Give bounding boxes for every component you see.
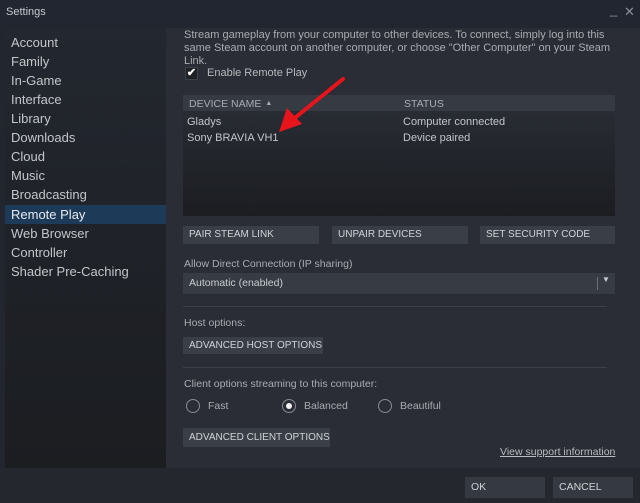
sidebar-item-account[interactable]: Account	[5, 33, 166, 52]
radio-button-selected[interactable]	[282, 399, 296, 413]
sidebar-item-cloud[interactable]: Cloud	[5, 147, 166, 166]
sidebar-item-remote-play[interactable]: Remote Play	[5, 205, 166, 224]
close-icon[interactable]: ✕	[624, 4, 635, 20]
radio-label: Fast	[208, 400, 229, 412]
enable-remote-play-label: Enable Remote Play	[207, 67, 308, 79]
sidebar-item-broadcasting[interactable]: Broadcasting	[5, 185, 166, 204]
dropdown-separator	[597, 277, 598, 290]
column-header-status[interactable]: STATUS	[404, 98, 444, 110]
client-options-label: Client options streaming to this compute…	[184, 378, 378, 390]
device-name: Gladys	[187, 116, 222, 128]
sidebar-item-family[interactable]: Family	[5, 52, 166, 71]
radio-label: Balanced	[304, 400, 348, 412]
column-header-device-name-label: DEVICE NAME	[189, 98, 262, 110]
device-status: Computer connected	[403, 116, 506, 128]
device-table: DEVICE NAME ▲ STATUS Gladys Computer conn…	[183, 95, 615, 216]
column-header-device-name[interactable]: DEVICE NAME ▲	[189, 98, 272, 110]
radio-button[interactable]	[186, 399, 200, 413]
checkmark-icon[interactable]: ✔	[185, 67, 198, 80]
window-title: Settings	[6, 6, 46, 18]
direct-connection-dropdown[interactable]: Automatic (enabled) ▼	[183, 273, 615, 294]
radio-button[interactable]	[378, 399, 392, 413]
advanced-client-options-button[interactable]: ADVANCED CLIENT OPTIONS	[183, 428, 330, 447]
host-options-label: Host options:	[184, 317, 246, 329]
chevron-down-icon[interactable]: ▼	[602, 275, 610, 284]
sidebar-item-web-browser[interactable]: Web Browser	[5, 224, 166, 243]
advanced-host-options-button[interactable]: ADVANCED HOST OPTIONS	[183, 337, 323, 354]
direct-connection-value: Automatic (enabled)	[189, 277, 283, 289]
section-divider	[183, 306, 607, 307]
device-status: Device paired	[403, 132, 471, 144]
sidebar-item-music[interactable]: Music	[5, 166, 166, 185]
sidebar-item-shader-pre-caching[interactable]: Shader Pre-Caching	[5, 262, 166, 281]
cancel-button[interactable]: CANCEL	[553, 477, 633, 498]
unpair-devices-button[interactable]: UNPAIR DEVICES	[332, 226, 468, 244]
sidebar-item-library[interactable]: Library	[5, 109, 166, 128]
ok-button[interactable]: OK	[465, 477, 545, 498]
sidebar-item-in-game[interactable]: In-Game	[5, 71, 166, 90]
title-bar: Settings _ ✕	[0, 0, 640, 26]
radio-label: Beautiful	[400, 400, 441, 412]
sidebar-item-interface[interactable]: Interface	[5, 90, 166, 109]
sidebar-item-downloads[interactable]: Downloads	[5, 128, 166, 147]
device-name: Sony BRAVIA VH1	[187, 132, 279, 144]
remote-play-description: Stream gameplay from your computer to ot…	[184, 29, 611, 67]
sidebar: Account Family In-Game Interface Library…	[5, 28, 166, 468]
minimize-icon[interactable]: _	[610, 2, 617, 18]
sort-ascending-icon: ▲	[265, 100, 273, 107]
direct-connection-label: Allow Direct Connection (IP sharing)	[184, 258, 353, 270]
view-support-information-link[interactable]: View support information	[500, 446, 615, 458]
table-row[interactable]: Gladys Computer connected	[183, 115, 615, 130]
table-header: DEVICE NAME ▲ STATUS	[183, 95, 615, 111]
sidebar-item-controller[interactable]: Controller	[5, 243, 166, 262]
set-security-code-button[interactable]: SET SECURITY CODE	[480, 226, 615, 244]
pair-steam-link-button[interactable]: PAIR STEAM LINK	[183, 226, 319, 244]
section-divider	[183, 367, 607, 368]
table-row[interactable]: Sony BRAVIA VH1 Device paired	[183, 131, 615, 146]
